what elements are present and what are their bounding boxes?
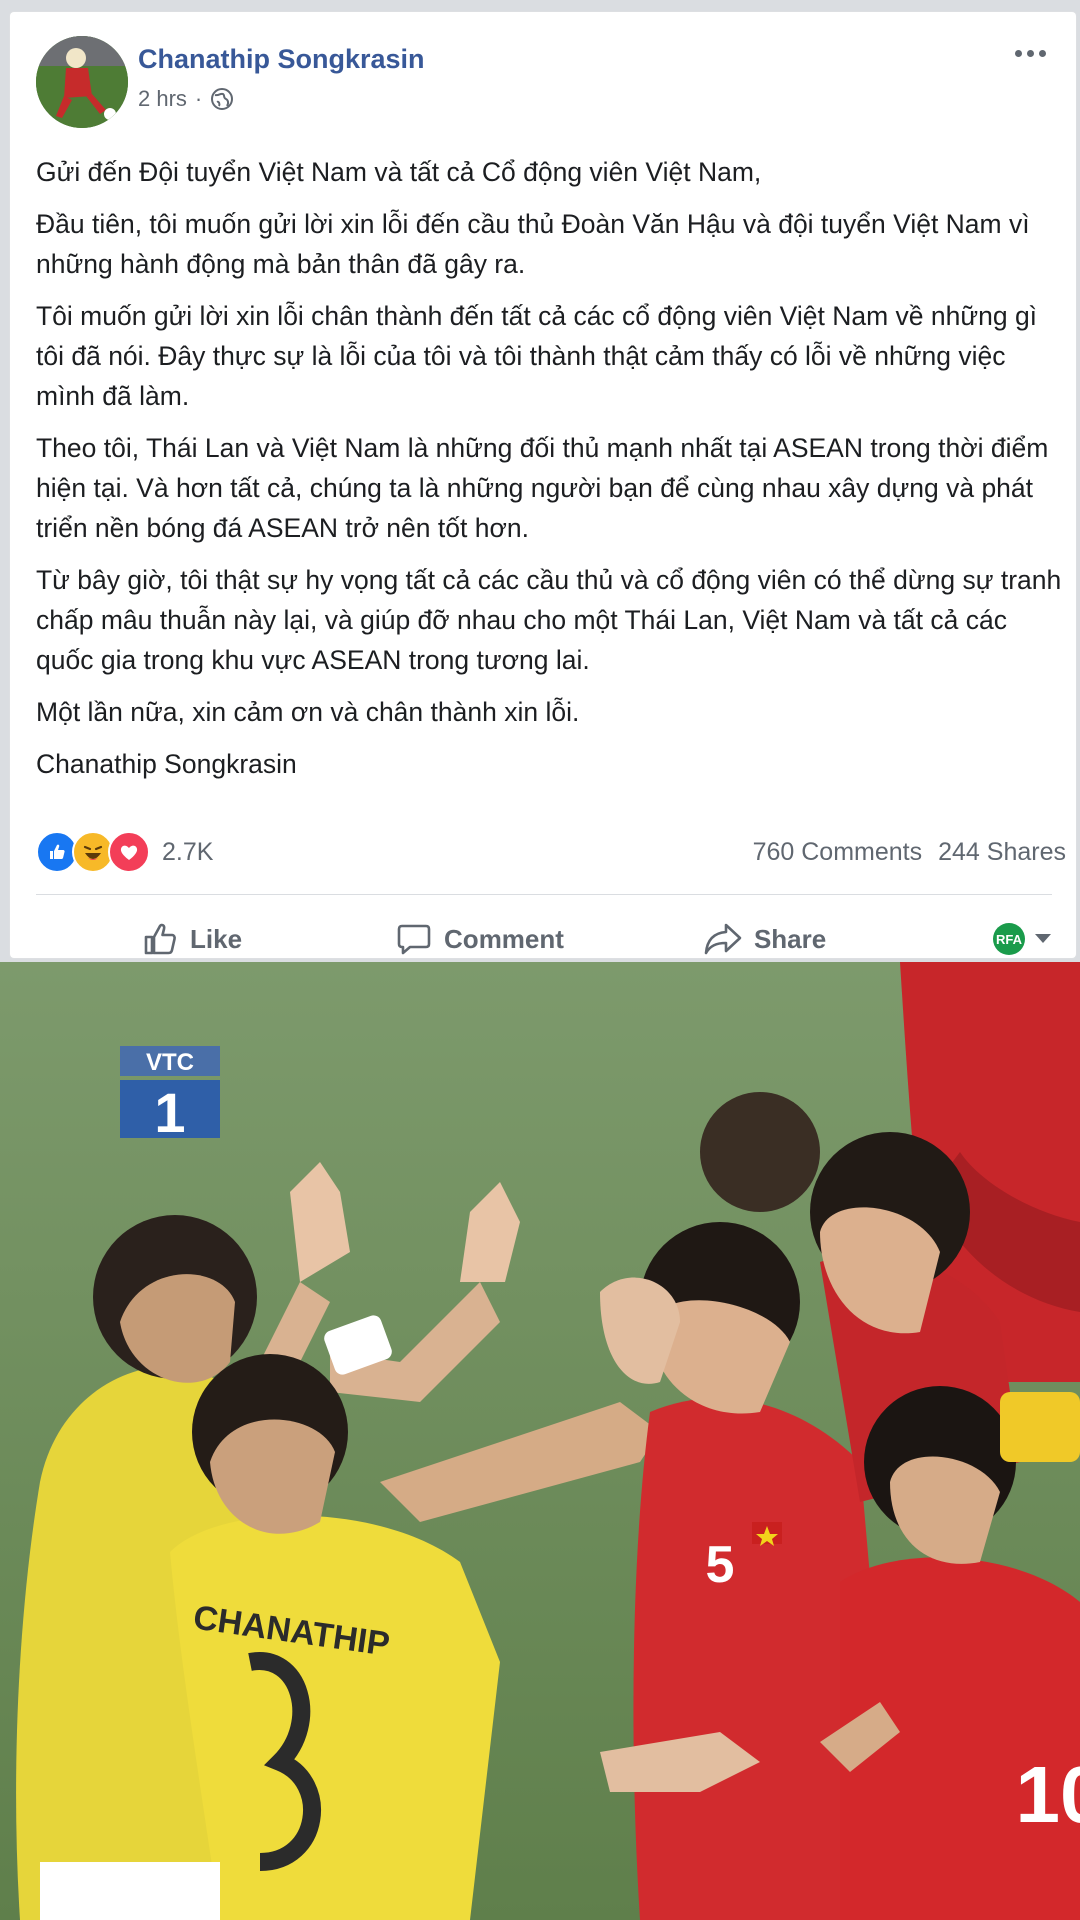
jersey-number-red: 5 bbox=[706, 1536, 735, 1594]
rfa-page-icon: RFA bbox=[993, 923, 1025, 955]
love-reaction-icon bbox=[108, 831, 150, 873]
comment-label: Comment bbox=[444, 923, 564, 954]
post-time[interactable]: 2 hrs bbox=[138, 86, 187, 112]
reactions-count[interactable]: 2.7K bbox=[162, 838, 213, 867]
post-paragraph: Một lần nữa, xin cảm ơn và chân thành xi… bbox=[36, 697, 580, 727]
author-avatar[interactable] bbox=[36, 36, 128, 128]
reaction-icons[interactable] bbox=[36, 831, 150, 873]
post-body: Gửi đến Đội tuyển Việt Nam và tất cả Cổ … bbox=[36, 152, 1066, 796]
comment-button[interactable]: Comment bbox=[396, 921, 564, 957]
share-arrow-icon bbox=[704, 923, 742, 955]
like-label: Like bbox=[190, 923, 243, 954]
shares-count[interactable]: 244 Shares bbox=[938, 838, 1066, 867]
post-paragraph: Đầu tiên, tôi muốn gửi lời xin lỗi đến c… bbox=[36, 209, 1030, 279]
post-meta: 2 hrs · bbox=[138, 86, 234, 112]
facebook-post: Chanathip Songkrasin 2 hrs · Gửi đến Đội… bbox=[10, 12, 1076, 958]
channel-logo: VTC 1 bbox=[120, 1046, 220, 1144]
engagement-counts: 760 Comments 244 Shares bbox=[753, 838, 1066, 867]
jersey-number-right: 10 bbox=[1016, 1750, 1080, 1839]
post-paragraph: Từ bây giờ, tôi thật sự hy vọng tất cả c… bbox=[36, 565, 1062, 675]
meta-separator: · bbox=[194, 86, 203, 111]
comments-count[interactable]: 760 Comments bbox=[753, 838, 923, 867]
channel-logo-number: 1 bbox=[154, 1081, 185, 1144]
rfa-badge-text: RFA bbox=[996, 932, 1023, 947]
reactions-bar: 2.7K 760 Comments 244 Shares bbox=[36, 831, 1066, 873]
share-label: Share bbox=[753, 923, 827, 954]
like-button[interactable]: Like bbox=[142, 921, 242, 957]
actions-divider bbox=[36, 894, 1052, 895]
post-paragraph: Gửi đến Đội tuyển Việt Nam và tất cả Cổ … bbox=[36, 157, 762, 187]
match-scene: VTC 1 CHANATHIP 5 1 bbox=[0, 962, 1080, 1920]
chevron-down-icon bbox=[1035, 934, 1051, 943]
post-signature: Chanathip Songkrasin bbox=[36, 749, 297, 779]
post-paragraph: Theo tôi, Thái Lan và Việt Nam là những … bbox=[36, 433, 1049, 543]
comment-icon bbox=[397, 924, 431, 955]
post-as-selector[interactable]: RFA bbox=[992, 922, 1052, 956]
share-button[interactable]: Share bbox=[704, 921, 826, 957]
match-photo: VTC 1 CHANATHIP 5 1 bbox=[0, 962, 1080, 1920]
more-options-icon[interactable] bbox=[1006, 38, 1054, 68]
channel-logo-text: VTC bbox=[146, 1049, 194, 1076]
globe-icon[interactable] bbox=[210, 87, 234, 111]
author-name[interactable]: Chanathip Songkrasin bbox=[138, 44, 425, 75]
avatar-photo bbox=[36, 36, 128, 128]
post-paragraph: Tôi muốn gửi lời xin lỗi chân thành đến … bbox=[36, 301, 1038, 411]
thumbs-up-icon bbox=[144, 923, 176, 955]
